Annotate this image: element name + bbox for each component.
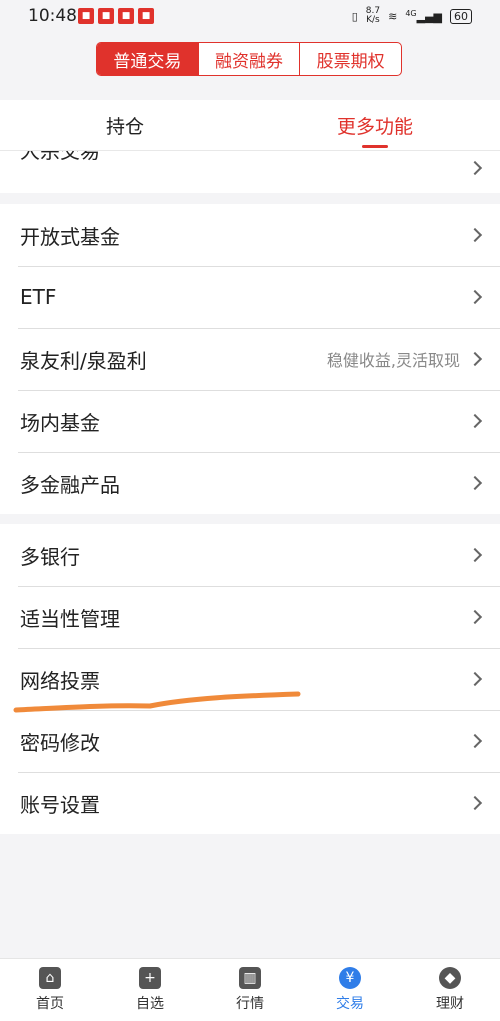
nav-label: 交易	[336, 996, 364, 1012]
diamond-icon: ◆	[439, 967, 461, 989]
menu-item-multi-bank[interactable]: 多银行	[0, 524, 500, 586]
home-icon: ⌂	[39, 967, 61, 989]
segment-stock-options[interactable]: 股票期权	[299, 43, 401, 75]
chevron-right-icon	[467, 733, 483, 749]
tab-label: 更多功能	[336, 115, 413, 138]
nav-wealth[interactable]: ◆ 理财	[400, 959, 500, 1021]
status-bar: 10:48 ■ ■ ■ ■ ▯ 8.7 K/s ≋ 4G▂▄▆ 60	[0, 0, 500, 34]
menu-item-label: 多银行	[20, 544, 80, 569]
segment-margin-trade[interactable]: 融资融券	[197, 43, 300, 75]
chevron-right-icon	[467, 351, 483, 367]
menu-item-account-settings[interactable]: 账号设置	[0, 772, 500, 834]
nav-label: 理财	[436, 996, 464, 1012]
chevron-right-icon	[467, 289, 483, 305]
status-time: 10:48	[28, 6, 77, 26]
chevron-right-icon	[467, 227, 483, 243]
vibrate-icon: ▯	[351, 9, 358, 23]
menu-group-funds: 开放式基金 ETF 泉友利/泉盈利 稳健收益,灵活取现 场内基金 多金融产品	[0, 204, 500, 514]
battery-icon: 60	[450, 8, 472, 24]
nav-label: 行情	[236, 996, 264, 1012]
menu-item-block-trade[interactable]: 大宗交易	[0, 151, 500, 193]
menu-item-etf[interactable]: ETF	[0, 266, 500, 328]
menu-item-subtitle: 稳健收益,灵活取现	[326, 351, 460, 370]
tab-active-indicator	[362, 145, 388, 148]
wifi-icon: ≋	[388, 9, 398, 23]
menu-item-quanyouli[interactable]: 泉友利/泉盈利 稳健收益,灵活取现	[0, 328, 500, 390]
menu-item-label: 泉友利/泉盈利	[20, 348, 147, 373]
notification-app-icon: ■	[98, 8, 114, 24]
notification-app-icon: ■	[118, 8, 134, 24]
menu-item-label: 多金融产品	[20, 472, 120, 497]
segment-normal-trade[interactable]: 普通交易	[97, 43, 198, 75]
notification-app-icon: ■	[78, 8, 94, 24]
chevron-right-icon	[467, 795, 483, 811]
nav-label: 首页	[36, 996, 64, 1012]
menu-item-label: 适当性管理	[20, 606, 120, 631]
menu-group-account: 多银行 适当性管理 网络投票 密码修改 账号设置	[0, 524, 500, 834]
chevron-right-icon	[467, 160, 483, 176]
chevron-right-icon	[467, 475, 483, 491]
menu-item-label: 密码修改	[20, 730, 100, 755]
menu-item-label: 大宗交易	[20, 151, 100, 163]
notification-app-icon: ■	[138, 8, 154, 24]
notification-icons: ■ ■ ■ ■	[78, 8, 154, 24]
tab-more-functions[interactable]: 更多功能	[250, 100, 500, 150]
menu-group-partial: 大宗交易	[0, 151, 500, 193]
status-right: ▯ 8.7 K/s ≋ 4G▂▄▆ 60	[352, 7, 472, 25]
menu-item-label: 开放式基金	[20, 224, 120, 249]
chevron-right-icon	[467, 671, 483, 687]
nav-label: 自选	[136, 996, 164, 1012]
chevron-right-icon	[467, 547, 483, 563]
menu-item-open-fund[interactable]: 开放式基金	[0, 204, 500, 266]
trade-type-segment: 普通交易 融资融券 股票期权	[96, 42, 402, 76]
tab-label: 持仓	[105, 115, 144, 138]
nav-home[interactable]: ⌂ 首页	[0, 959, 100, 1021]
tab-bar: 持仓 更多功能	[0, 100, 500, 151]
bottom-nav: ⌂ 首页 + 自选 ▥ 行情 ¥ 交易 ◆ 理财	[0, 958, 500, 1021]
net-speed: 8.7 K/s	[365, 6, 381, 25]
menu-item-exchange-fund[interactable]: 场内基金	[0, 390, 500, 452]
plus-icon: +	[139, 967, 161, 989]
menu-item-label: ETF	[20, 285, 57, 309]
menu-item-label: 场内基金	[20, 410, 100, 435]
yen-icon: ¥	[339, 967, 361, 989]
nav-watchlist[interactable]: + 自选	[100, 959, 200, 1021]
menu-item-online-voting[interactable]: 网络投票	[0, 648, 500, 710]
menu-item-password-change[interactable]: 密码修改	[0, 710, 500, 772]
menu-item-multi-finance[interactable]: 多金融产品	[0, 452, 500, 514]
signal-icon: 4G▂▄▆	[405, 8, 442, 24]
chart-icon: ▥	[239, 967, 261, 989]
chevron-right-icon	[467, 413, 483, 429]
menu-item-label: 账号设置	[20, 792, 100, 817]
nav-market[interactable]: ▥ 行情	[200, 959, 300, 1021]
tab-positions[interactable]: 持仓	[0, 100, 250, 150]
menu-item-suitability[interactable]: 适当性管理	[0, 586, 500, 648]
nav-trade[interactable]: ¥ 交易	[300, 959, 400, 1021]
menu-item-label: 网络投票	[20, 668, 100, 693]
chevron-right-icon	[467, 609, 483, 625]
